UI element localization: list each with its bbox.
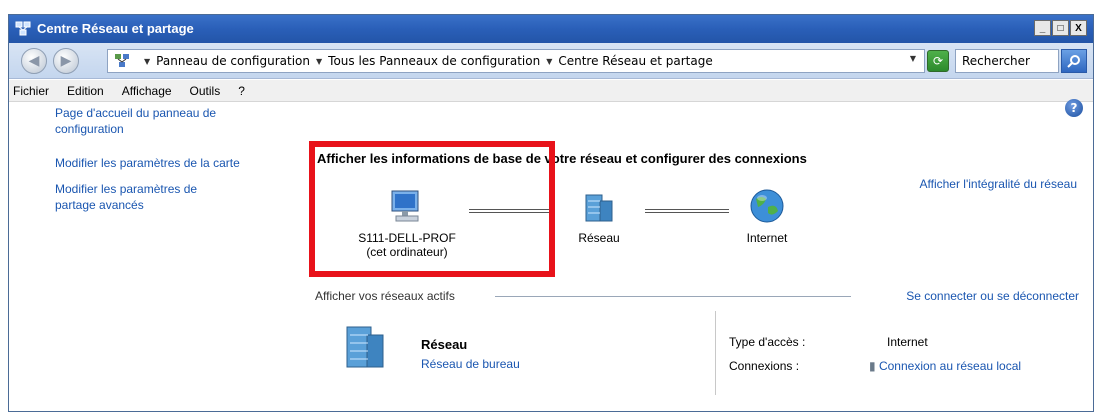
close-button[interactable]: X xyxy=(1070,20,1087,36)
menu-file[interactable]: Fichier xyxy=(13,84,49,98)
sidebar-link-adapter-settings[interactable]: Modifier les paramètres de la carte xyxy=(55,155,265,171)
access-type-label: Type d'accès : xyxy=(729,335,806,349)
internet-node[interactable]: Internet xyxy=(727,187,807,245)
maximize-button[interactable]: □ xyxy=(1052,20,1069,36)
network-node[interactable]: Réseau xyxy=(559,189,639,245)
section-divider xyxy=(495,296,851,297)
connection-line xyxy=(645,209,729,213)
menu-edit[interactable]: Edition xyxy=(67,84,104,98)
back-arrow-icon: ◀ xyxy=(28,53,40,69)
help-icon[interactable]: ? xyxy=(1065,99,1083,117)
network-sharing-center-window: Centre Réseau et partage _ □ X ◀ ▶ ▼ Pan… xyxy=(8,14,1094,412)
ethernet-adapter-icon: ▮ xyxy=(869,359,876,373)
connections-label: Connexions : xyxy=(729,359,800,373)
network-node-label: Réseau xyxy=(578,231,620,245)
network-type-link[interactable]: Réseau de bureau xyxy=(421,357,520,371)
sidebar-link-advanced-sharing[interactable]: Modifier les paramètres de partage avanc… xyxy=(55,181,235,213)
access-type-value: Internet xyxy=(887,335,928,349)
vertical-divider xyxy=(715,311,716,395)
sidebar: Page d'accueil du panneau de configurati… xyxy=(9,103,289,411)
menu-help[interactable]: ? xyxy=(238,84,245,98)
window-title: Centre Réseau et partage xyxy=(37,21,194,36)
forward-button[interactable]: ▶ xyxy=(53,48,79,74)
menu-view[interactable]: Affichage xyxy=(122,84,172,98)
sidebar-link-control-panel-home[interactable]: Page d'accueil du panneau de configurati… xyxy=(55,105,265,137)
active-network-name: Réseau xyxy=(421,337,468,352)
globe-icon xyxy=(750,189,784,223)
title-bar[interactable]: Centre Réseau et partage _ □ X xyxy=(9,15,1093,43)
highlight-annotation xyxy=(309,141,555,277)
minimize-button[interactable]: _ xyxy=(1034,20,1051,36)
window-controls: _ □ X xyxy=(1034,20,1087,36)
network-building-icon xyxy=(346,326,384,368)
breadcrumb-control-panel[interactable]: Panneau de configuration xyxy=(156,54,310,68)
internet-node-label: Internet xyxy=(746,231,788,245)
connect-disconnect-link[interactable]: Se connecter ou se déconnecter xyxy=(906,289,1079,303)
back-button[interactable]: ◀ xyxy=(21,48,47,74)
network-center-icon xyxy=(15,21,31,36)
active-networks-heading: Afficher vos réseaux actifs xyxy=(315,289,455,303)
control-panel-icon xyxy=(115,54,129,67)
local-connection-link[interactable]: Connexion au réseau local xyxy=(879,359,1021,373)
full-network-map-link[interactable]: Afficher l'intégralité du réseau xyxy=(920,177,1078,191)
forward-arrow-icon: ▶ xyxy=(60,53,72,69)
breadcrumb-separator-icon[interactable]: ▼ xyxy=(144,57,150,66)
chevron-down-icon[interactable]: ▼ xyxy=(910,54,916,63)
connection-entry[interactable]: ▮ Connexion au réseau local xyxy=(869,359,1021,373)
network-building-icon xyxy=(585,194,613,222)
menu-tools[interactable]: Outils xyxy=(190,84,221,98)
